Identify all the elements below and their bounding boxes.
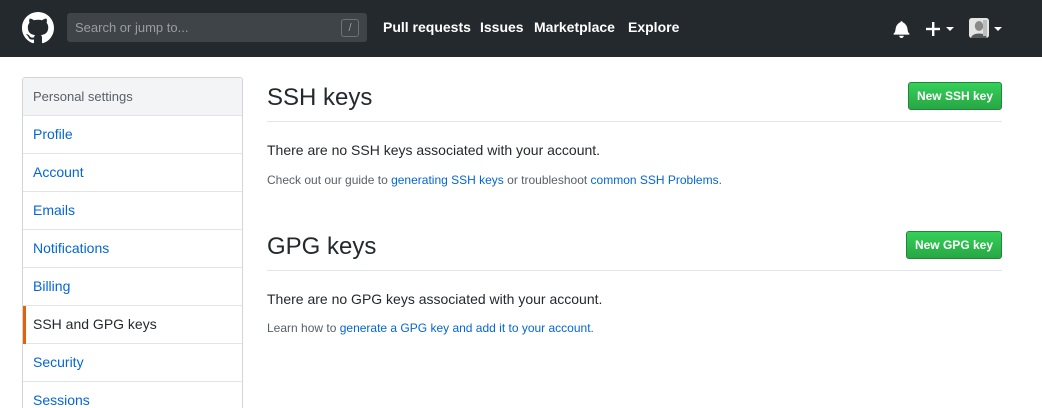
search-shortcut-key: / [341,19,359,37]
sidebar-item-ssh-gpg-keys[interactable]: SSH and GPG keys [23,306,242,344]
ssh-empty-message: There are no SSH keys associated with yo… [267,142,601,158]
new-ssh-key-button[interactable]: New SSH key [908,82,1002,110]
avatar [969,18,989,38]
ssh-note-middle: or troubleshoot [503,173,591,187]
plus-icon [926,22,940,36]
bell-icon[interactable] [893,20,910,38]
search-box[interactable]: / [67,13,367,42]
common-ssh-problems-link[interactable]: common SSH Problems [591,173,719,187]
sidebar-item-profile[interactable]: Profile [23,116,242,154]
ssh-keys-title: SSH keys [267,84,373,111]
gpg-empty-message: There are no GPG keys associated with yo… [267,291,603,307]
sidebar-item-sessions[interactable]: Sessions [23,382,242,408]
gpg-help-note: Learn how to generate a GPG key and add … [267,321,594,335]
nav-explore[interactable]: Explore [628,19,679,35]
user-menu[interactable] [969,18,1003,40]
nav-issues[interactable]: Issues [480,19,524,35]
chevron-down-icon [994,27,1002,31]
gpg-note-suffix: . [590,321,594,335]
nav-marketplace[interactable]: Marketplace [534,19,615,35]
gpg-note-prefix: Learn how to [267,321,340,335]
chevron-down-icon [946,27,954,31]
gpg-divider [267,270,1002,271]
sidebar-item-billing[interactable]: Billing [23,268,242,306]
ssh-note-prefix: Check out our guide to [267,173,392,187]
sidebar-item-security[interactable]: Security [23,344,242,382]
create-new-menu[interactable] [925,19,957,39]
nav-pull-requests[interactable]: Pull requests [383,19,471,35]
top-header: / Pull requests Issues Marketplace Explo… [0,0,1042,57]
search-input[interactable] [67,13,337,42]
ssh-divider [267,121,1002,122]
sidebar-item-emails[interactable]: Emails [23,192,242,230]
generating-ssh-keys-link[interactable]: generating SSH keys [391,173,504,187]
sidebar-item-notifications[interactable]: Notifications [23,230,242,268]
gpg-keys-title: GPG keys [267,233,377,260]
ssh-help-note: Check out our guide to generating SSH ke… [267,173,722,187]
generate-gpg-key-link[interactable]: generate a GPG key and add it to your ac… [340,321,591,335]
sidebar-heading: Personal settings [23,78,242,116]
sidebar-item-account[interactable]: Account [23,154,242,192]
settings-sidebar: Personal settings Profile Account Emails… [22,77,243,408]
github-logo-icon[interactable] [22,12,54,44]
ssh-note-suffix: . [718,173,722,187]
new-gpg-key-button[interactable]: New GPG key [906,231,1002,259]
